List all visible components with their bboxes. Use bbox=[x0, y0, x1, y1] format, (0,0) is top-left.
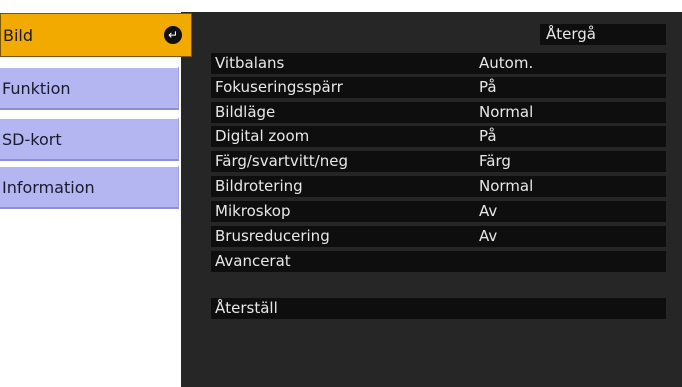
setting-value: Färg bbox=[479, 152, 511, 170]
tab-label: Funktion bbox=[2, 78, 71, 98]
setting-label: Bildläge bbox=[215, 103, 276, 121]
setting-row-bildrotering[interactable]: Bildrotering Normal bbox=[211, 176, 666, 197]
setting-value: Normal bbox=[479, 177, 534, 195]
setting-row-avancerat[interactable]: Avancerat bbox=[211, 251, 666, 272]
tab-funktion[interactable]: Funktion bbox=[0, 66, 179, 110]
setting-label: Avancerat bbox=[215, 252, 291, 270]
tab-bild[interactable]: Bild ↵ bbox=[0, 13, 192, 57]
tab-label: SD-kort bbox=[2, 129, 62, 149]
setting-label: Färg/svartvitt/neg bbox=[215, 152, 348, 170]
setting-value: Av bbox=[479, 227, 498, 245]
setting-label: Fokuseringsspärr bbox=[215, 78, 343, 96]
setting-label: Bildrotering bbox=[215, 177, 303, 195]
enter-arrow-icon: ↵ bbox=[164, 26, 182, 44]
setting-row-digital-zoom[interactable]: Digital zoom På bbox=[211, 126, 666, 147]
setting-value: Av bbox=[479, 202, 498, 220]
tab-sd-kort[interactable]: SD-kort bbox=[0, 117, 179, 161]
setting-row-mikroskop[interactable]: Mikroskop Av bbox=[211, 201, 666, 222]
setting-value: Normal bbox=[479, 103, 534, 121]
tab-label: Bild bbox=[3, 25, 34, 45]
setting-value: Autom. bbox=[479, 54, 534, 72]
setting-label: Brusreducering bbox=[215, 227, 330, 245]
setting-label: Digital zoom bbox=[215, 127, 310, 145]
tab-information[interactable]: Information bbox=[0, 165, 179, 209]
setting-value: På bbox=[479, 127, 497, 145]
setting-label: Mikroskop bbox=[215, 202, 291, 220]
setting-value: På bbox=[479, 78, 497, 96]
setting-row-brusreducering[interactable]: Brusreducering Av bbox=[211, 226, 666, 247]
setting-row-vitbalans[interactable]: Vitbalans Autom. bbox=[211, 53, 666, 74]
reset-button[interactable]: Återställ bbox=[211, 298, 666, 319]
setting-row-bildlage[interactable]: Bildläge Normal bbox=[211, 102, 666, 123]
setting-row-fokuseringsparr[interactable]: Fokuseringsspärr På bbox=[211, 77, 666, 98]
setting-label: Vitbalans bbox=[215, 54, 285, 72]
back-button[interactable]: Återgå bbox=[540, 24, 666, 45]
setting-row-farg[interactable]: Färg/svartvitt/neg Färg bbox=[211, 151, 666, 172]
reset-label: Återställ bbox=[215, 299, 278, 317]
tab-label: Information bbox=[2, 177, 95, 197]
